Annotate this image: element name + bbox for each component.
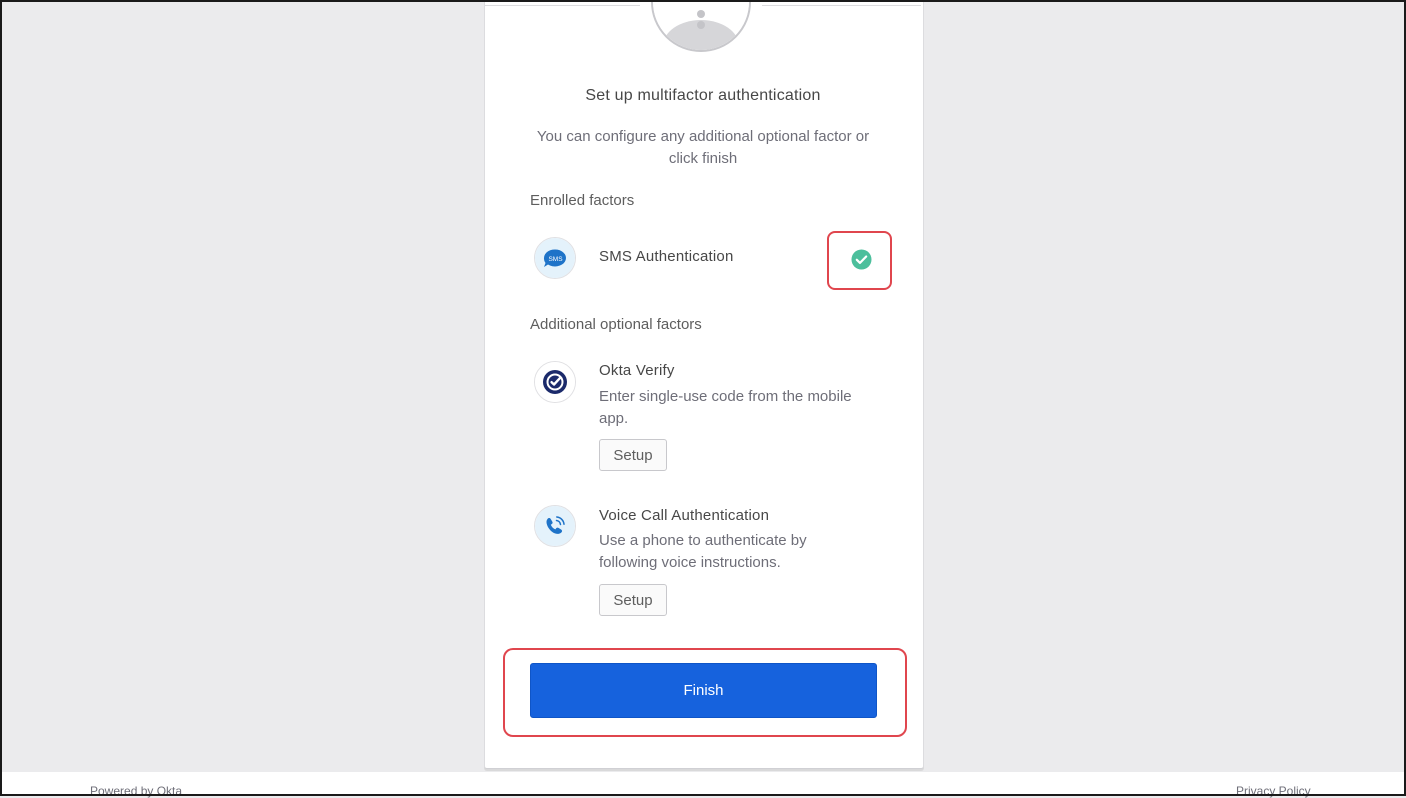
- okta-verify-setup-button[interactable]: Setup: [599, 439, 667, 471]
- voice-call-setup-button[interactable]: Setup: [599, 584, 667, 616]
- factor-name-sms: SMS Authentication: [599, 248, 734, 265]
- factor-desc-okta-verify: Enter single-use code from the mobile ap…: [599, 388, 852, 427]
- voice-call-icon: [534, 505, 576, 547]
- factor-name-okta-verify: Okta Verify: [599, 362, 675, 379]
- factor-name-voice-call: Voice Call Authentication: [599, 507, 770, 524]
- okta-verify-icon: [534, 361, 576, 403]
- optional-factors-heading: Additional optional factors: [530, 316, 702, 333]
- sms-icon-text: SMS: [548, 256, 563, 263]
- page-subtitle: You can configure any additional optiona…: [536, 128, 870, 167]
- card-header-divider-right: [762, 5, 921, 6]
- card-header-divider-left: [485, 5, 640, 6]
- page-title: Set up multifactor authentication: [585, 87, 821, 104]
- factor-desc-voice-call: Use a phone to authenticate by following…: [599, 532, 807, 571]
- sms-icon: SMS: [534, 237, 576, 279]
- check-circle-icon: [851, 249, 872, 270]
- footer-bar: [0, 772, 1406, 796]
- enrolled-factors-heading: Enrolled factors: [530, 192, 635, 209]
- finish-button[interactable]: Finish: [530, 663, 877, 718]
